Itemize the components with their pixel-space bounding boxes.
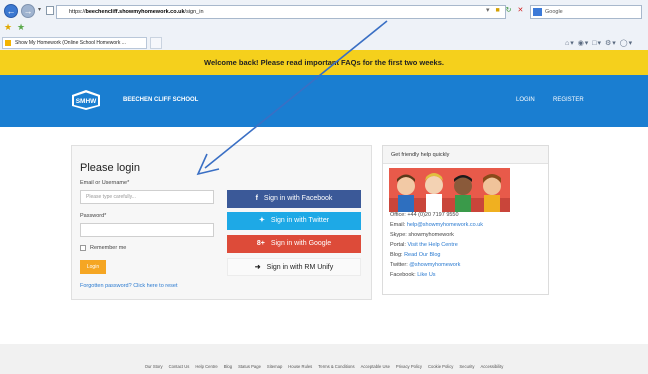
support-team-illustration [389, 168, 510, 212]
facebook-signin-button[interactable]: f Sign in with Facebook [227, 190, 361, 208]
remember-me-label[interactable]: Remember me [90, 245, 126, 251]
twitter-link[interactable]: @showmyhomework [409, 262, 460, 268]
help-email-label: Email: [390, 222, 406, 228]
tools-icon[interactable]: ⚙▾ [605, 40, 617, 47]
facebook-signin-label: Sign in with Facebook [263, 195, 333, 202]
new-tab-button[interactable] [150, 37, 162, 49]
print-icon[interactable]: □▾ [592, 40, 602, 47]
help-twitter-label: Twitter: [390, 262, 408, 268]
email-field[interactable]: Please type carefully... [80, 190, 214, 204]
footer-link[interactable]: Acceptable Use [361, 364, 390, 369]
password-field[interactable] [80, 223, 214, 237]
browser-tab[interactable]: Show My Homework (Online School Homework… [2, 37, 147, 49]
favorites-star-icon[interactable]: ★ [4, 22, 12, 33]
browser-chrome: ← → ▾ https://beechencliff.showmyhomewor… [0, 0, 648, 50]
help-portal-label: Portal: [390, 242, 406, 248]
search-provider-icon [533, 8, 542, 16]
page-icon [46, 6, 54, 15]
site-header: SMHW BEECHEN CLIFF SCHOOL LOGIN REGISTER [0, 75, 648, 127]
footer-link[interactable]: Accessibility [481, 364, 504, 369]
footer-link[interactable]: Our Story [145, 364, 163, 369]
footer-link[interactable]: Sitemap [267, 364, 282, 369]
email-placeholder: Please type carefully... [86, 194, 136, 200]
forward-button[interactable]: → [21, 4, 35, 18]
help-office-value: +44 (0)20 7197 9550 [407, 212, 459, 218]
blog-link[interactable]: Read Our Blog [404, 252, 440, 258]
help-twitter: Twitter: @showmyhomework [390, 262, 460, 268]
footer-link[interactable]: Security [459, 364, 474, 369]
nav-register-link[interactable]: REGISTER [553, 97, 584, 103]
help-office: Office: +44 (0)20 7197 9550 [390, 212, 459, 218]
url-path: /sign_in [184, 9, 204, 15]
command-bar: ⌂▾ ◉▾ □▾ ⚙▾ ◯▾ [565, 39, 633, 47]
twitter-bird-icon: ✦ [258, 217, 265, 224]
back-button[interactable]: ← [4, 4, 18, 18]
favorites-bar: ★ ★ [0, 22, 648, 34]
help-skype-label: Skype: [390, 232, 407, 238]
help-portal: Portal: Visit the Help Centre [390, 242, 458, 248]
refresh-icon[interactable]: ↻ [506, 7, 514, 14]
facebook-link[interactable]: Like Us [417, 272, 435, 278]
lock-icon[interactable]: ■ [495, 7, 501, 14]
help-blog: Blog: Read Our Blog [390, 252, 440, 258]
school-name: BEECHEN CLIFF SCHOOL [123, 97, 199, 103]
help-skype: Skype: showmyhomework [390, 232, 454, 238]
help-centre-link[interactable]: Visit the Help Centre [407, 242, 457, 248]
logo-text: SMHW [76, 98, 97, 105]
help-office-label: Office: [390, 212, 406, 218]
login-title: Please login [80, 162, 140, 174]
stop-icon[interactable]: ✕ [517, 7, 525, 14]
help-facebook: Facebook: Like Us [390, 272, 436, 278]
smhw-logo[interactable]: SMHW [70, 89, 102, 111]
footer-link[interactable]: House Rules [288, 364, 312, 369]
site-favicon [5, 40, 11, 46]
google-plus-icon: 8+ [256, 240, 265, 247]
help-blog-label: Blog: [390, 252, 403, 258]
footer-link[interactable]: Cookie Policy [428, 364, 453, 369]
footer-link[interactable]: Status Page [238, 364, 261, 369]
help-email: Email: help@showmyhomework.co.uk [390, 222, 483, 228]
home-icon[interactable]: ⌂▾ [565, 40, 575, 47]
history-dropdown-icon[interactable]: ▾ [38, 6, 41, 13]
site-footer [0, 344, 648, 374]
facebook-icon: f [255, 195, 258, 202]
add-favorite-icon[interactable]: ★ [17, 22, 25, 33]
twitter-signin-button[interactable]: ✦ Sign in with Twitter [227, 212, 361, 230]
remember-me-checkbox[interactable] [80, 245, 86, 251]
footer-link[interactable]: Blog [224, 364, 232, 369]
twitter-signin-label: Sign in with Twitter [270, 217, 330, 224]
help-icon[interactable]: ◯▾ [620, 40, 633, 47]
password-label: Password* [80, 213, 107, 219]
footer-link[interactable]: Contact Us [169, 364, 190, 369]
address-bar[interactable]: https://beechencliff.showmyhomework.co.u… [56, 5, 506, 19]
google-signin-button[interactable]: 8+ Sign in with Google [227, 235, 361, 253]
url-prefix: https:// [69, 9, 86, 15]
login-button[interactable]: Login [80, 260, 106, 274]
nav-login-link[interactable]: LOGIN [516, 97, 535, 103]
search-placeholder: Google [545, 9, 563, 15]
help-email-link[interactable]: help@showmyhomework.co.uk [407, 222, 483, 228]
google-signin-label: Sign in with Google [270, 240, 332, 247]
forgot-password-link[interactable]: Forgotten password? Click here to reset [80, 283, 178, 289]
tab-title: Show My Homework (Online School Homework… [15, 40, 126, 46]
signin-arrow-icon: ➜ [254, 264, 261, 271]
rm-unify-signin-button[interactable]: ➜ Sign in with RM Unify [227, 258, 361, 276]
address-bar-icons: ▾ ■ ↻ ✕ [486, 6, 525, 14]
url-host: beechencliff.showmyhomework.co.uk [85, 9, 185, 15]
email-label: Email or Username* [80, 180, 130, 186]
feeds-icon[interactable]: ◉▾ [578, 40, 590, 47]
footer-link[interactable]: Terms & Conditions [318, 364, 354, 369]
dropdown-icon[interactable]: ▾ [486, 7, 492, 14]
footer-link[interactable]: Help Centre [195, 364, 217, 369]
search-box[interactable]: Google [530, 5, 642, 19]
rm-unify-signin-label: Sign in with RM Unify [266, 264, 334, 271]
footer-link[interactable]: Privacy Policy [396, 364, 422, 369]
help-facebook-label: Facebook: [390, 272, 416, 278]
announcement-banner[interactable]: Welcome back! Please read important FAQs… [0, 50, 648, 75]
footer-links: Our Story Contact Us Help Centre Blog Status… [0, 364, 648, 369]
help-panel-title: Get friendly help quickly [383, 146, 548, 164]
help-skype-value: showmyhomework [408, 232, 454, 238]
